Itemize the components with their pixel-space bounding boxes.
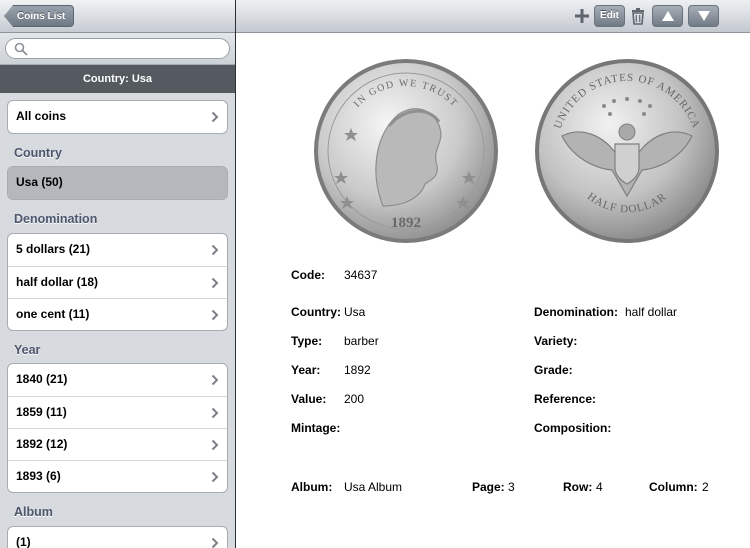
chevron-right-icon [211,471,219,483]
year-item[interactable]: 1893 (6) [8,460,227,492]
chevron-right-icon [211,439,219,451]
sidebar: Coins List Country: Usa All coins Countr… [0,0,235,548]
country-filter-label: Country: Usa [0,65,235,93]
country-item-usa[interactable]: Usa (50) [8,167,227,199]
album-group: (1) [7,526,228,548]
type-value: barber [344,334,379,348]
denomination-value: half dollar [625,305,678,319]
add-icon[interactable] [572,6,592,26]
list-item-label: one cent (11) [16,307,90,321]
chevron-right-icon [211,309,219,321]
search-input[interactable] [32,41,221,56]
list-item-label: 1859 (11) [16,405,67,419]
chevron-right-icon [211,407,219,419]
chevron-right-icon [211,277,219,289]
all-coins-item[interactable]: All coins [8,101,227,133]
year-value: 1892 [344,363,371,377]
denomination-item[interactable]: one cent (11) [8,298,227,330]
next-coin-button[interactable] [688,5,719,27]
arrow-up-icon [661,11,674,21]
edit-button[interactable]: Edit [594,5,625,27]
year-item[interactable]: 1892 (12) [8,428,227,460]
all-coins-label: All coins [16,109,67,123]
coin-obverse-image: IN GOD WE TRUST 1892 [314,59,498,243]
chevron-right-icon [211,244,219,256]
row-value: 4 [596,480,603,494]
section-header-country: Country [14,146,62,160]
album-label: Album: [291,480,333,494]
coins-list-back-button[interactable]: Coins List [4,5,75,27]
search-icon [14,42,28,56]
search-field[interactable] [5,38,230,59]
chevron-right-icon [211,374,219,386]
detail-toolbar: Edit [236,0,750,33]
country-value: Usa [344,305,366,319]
denomination-group: 5 dollars (21) half dollar (18) one cent… [7,233,228,331]
year-group: 1840 (21) 1859 (11) 1892 (12) 1893 (6) [7,363,228,493]
page-value: 3 [508,480,515,494]
all-coins-group: All coins [7,100,228,134]
arrow-down-icon [697,11,710,21]
section-header-album: Album [14,505,53,519]
country-label: Country: [291,305,341,319]
code-label: Code: [291,268,325,282]
chevron-right-icon [211,537,219,548]
year-label: Year: [291,363,321,377]
page-label: Page: [472,480,505,494]
album-value: Usa Album [344,480,403,494]
row-label: Row: [563,480,593,494]
chevron-right-icon [211,111,219,123]
list-item-label: Usa (50) [16,175,63,189]
code-value: 34637 [344,268,378,282]
list-item-label: 1840 (21) [16,372,68,386]
country-group: Usa (50) [7,166,228,200]
section-header-denomination: Denomination [14,212,98,226]
list-item-label: 1893 (6) [16,469,61,483]
type-label: Type: [291,334,323,348]
value-label: Value: [291,392,327,406]
list-item-label: 5 dollars (21) [16,242,91,256]
value-value: 200 [344,392,365,406]
section-header-year: Year [14,343,41,357]
column-label: Column: [649,480,698,494]
obverse-year: 1892 [391,215,421,231]
filter-list: All coins Country Usa (50) Denomination … [0,93,235,548]
album-item[interactable]: (1) [8,527,227,548]
list-item-label: 1892 (12) [16,437,68,451]
reference-label: Reference: [534,392,597,406]
search-bar [0,33,235,65]
variety-label: Variety: [534,334,578,348]
sidebar-navbar: Coins List [0,0,235,33]
list-item-label: half dollar (18) [16,275,99,289]
grade-label: Grade: [534,363,573,377]
column-value: 2 [702,480,709,494]
year-item[interactable]: 1840 (21) [8,364,227,396]
previous-coin-button[interactable] [652,5,683,27]
list-item-label: (1) [16,535,31,548]
composition-label: Composition: [534,421,612,435]
trash-icon[interactable] [628,6,648,26]
denomination-label: Denomination: [534,305,618,319]
denomination-item[interactable]: 5 dollars (21) [8,234,227,266]
denomination-item[interactable]: half dollar (18) [8,266,227,298]
mintage-label: Mintage: [291,421,341,435]
year-item[interactable]: 1859 (11) [8,396,227,428]
coin-detail-pane: Edit IN GOD WE TRUST 1892 UNITED STATES … [236,0,750,548]
coin-reverse-image: UNITED STATES OF AMERICA HALF DOLLAR [535,59,719,243]
